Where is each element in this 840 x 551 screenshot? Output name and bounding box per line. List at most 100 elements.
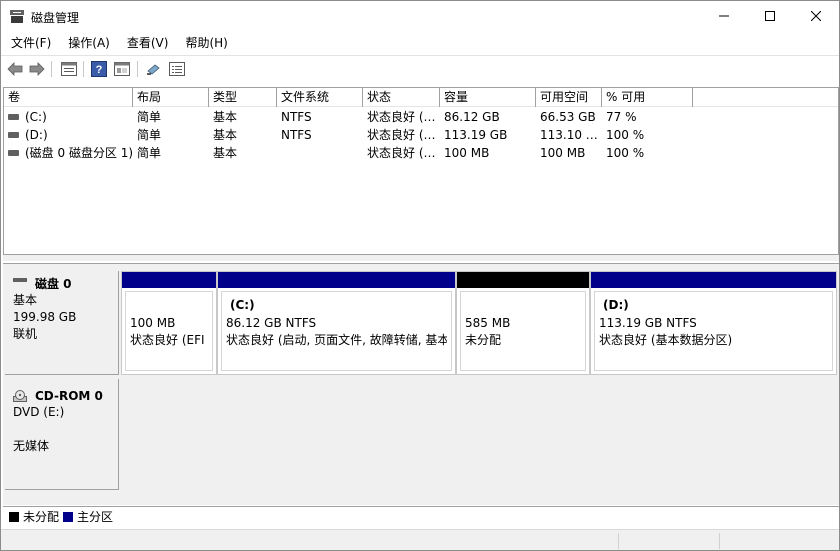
menu-bar: 文件(F) 操作(A) 查看(V) 帮助(H)	[1, 33, 235, 53]
cell-percent-free: 77 %	[606, 110, 637, 124]
partition-unallocated[interactable]: 585 MB 未分配	[456, 271, 590, 375]
disk0-type: 基本	[13, 293, 38, 307]
legend-swatch-primary	[63, 511, 74, 522]
legend-swatch-unallocated	[9, 511, 19, 522]
cell-layout: 简单	[137, 146, 162, 160]
maximize-icon	[765, 11, 775, 21]
cell-layout: 简单	[137, 128, 162, 142]
toolbar-divider	[137, 61, 138, 77]
close-button[interactable]	[793, 1, 839, 31]
cell-capacity: 100 MB	[444, 146, 490, 160]
table-row[interactable]: (磁盘 0 磁盘分区 1) 简单 基本 状态良好 (… 100 MB 100 M…	[4, 144, 838, 162]
drive-icon	[8, 113, 19, 120]
menu-file[interactable]: 文件(F)	[1, 33, 58, 53]
cell-type: 基本	[213, 146, 238, 160]
partition-size: 585 MB	[465, 316, 511, 330]
drive-icon	[8, 131, 19, 138]
cdrom0-drive: DVD (E:)	[13, 405, 65, 419]
volume-list-header: 卷 布局 类型 文件系统 状态 容量 可用空间 % 可用	[4, 88, 838, 107]
help-button[interactable]: ?	[89, 59, 109, 79]
column-header-capacity[interactable]: 容量	[440, 88, 536, 107]
partition-name	[134, 298, 208, 315]
disk-management-app-icon	[10, 10, 24, 23]
legend-label-primary: 主分区	[77, 510, 114, 524]
console-tree-button[interactable]	[112, 59, 132, 79]
status-bar	[1, 529, 839, 550]
partition-size: 113.19 GB NTFS	[599, 316, 697, 330]
menu-view[interactable]: 查看(V)	[117, 33, 176, 53]
svg-text:?: ?	[96, 64, 103, 76]
partition-size: 100 MB	[130, 316, 176, 330]
partition-status: 状态良好 (启动, 页面文件, 故障转储, 基本数	[226, 333, 447, 347]
menu-action[interactable]: 操作(A)	[58, 33, 117, 53]
cell-volume: (磁盘 0 磁盘分区 1)	[25, 146, 133, 160]
settings-icon	[147, 64, 160, 75]
help-icon: ?	[91, 61, 107, 77]
status-divider	[719, 533, 720, 549]
table-row[interactable]: (D:) 简单 基本 NTFS 状态良好 (… 113.19 GB 113.10…	[4, 126, 838, 144]
toolbar-divider	[83, 61, 84, 77]
view-button[interactable]	[167, 59, 187, 79]
cell-percent-free: 100 %	[606, 146, 645, 160]
toolbar-separator	[1, 55, 839, 56]
cdrom0-title: CD-ROM 0	[35, 388, 103, 403]
column-header-status[interactable]: 状态	[363, 88, 440, 107]
column-header-type[interactable]: 类型	[209, 88, 277, 107]
cdrom0-spacer	[13, 421, 110, 438]
disk0-state: 联机	[13, 327, 38, 341]
disk0-title: 磁盘 0	[35, 277, 72, 291]
table-row[interactable]: (C:) 简单 基本 NTFS 状态良好 (… 86.12 GB 66.53 G…	[4, 108, 838, 126]
cdrom0-media: 无媒体	[13, 439, 50, 453]
cell-status: 状态良好 (…	[367, 110, 436, 124]
cell-filesystem: NTFS	[281, 128, 312, 142]
close-icon	[811, 11, 821, 21]
partition-status: 未分配	[465, 333, 502, 347]
legend-label-unallocated: 未分配	[23, 510, 60, 524]
partition-efi[interactable]: 100 MB 状态良好 (EFI 系	[121, 271, 217, 375]
column-header-percent-free[interactable]: % 可用	[602, 88, 693, 107]
hard-disk-icon	[13, 277, 27, 282]
minimize-button[interactable]	[701, 1, 747, 31]
back-button[interactable]	[5, 59, 25, 79]
cell-free-space: 100 MB	[540, 146, 586, 160]
splitter[interactable]	[3, 255, 839, 261]
settings-button[interactable]	[144, 59, 164, 79]
cell-volume: (C:)	[25, 110, 47, 124]
column-header-free-space[interactable]: 可用空间	[536, 88, 602, 107]
column-header-volume[interactable]: 卷	[4, 88, 133, 107]
title-bar: 磁盘管理	[1, 1, 839, 31]
partition-d[interactable]: (D:) 113.19 GB NTFS 状态良好 (基本数据分区)	[590, 271, 837, 375]
menu-help[interactable]: 帮助(H)	[175, 33, 234, 53]
cell-type: 基本	[213, 128, 238, 142]
cell-volume: (D:)	[25, 128, 48, 142]
partition-bar	[591, 272, 836, 288]
maximize-button[interactable]	[747, 1, 793, 31]
volume-list[interactable]: 卷 布局 类型 文件系统 状态 容量 可用空间 % 可用 (C:) 简单 基本 …	[3, 87, 839, 255]
column-header-layout[interactable]: 布局	[133, 88, 209, 107]
disk-graphical-view: 磁盘 0 基本 199.98 GB 联机 100 MB 状态良好 (EFI 系 …	[3, 263, 839, 505]
toolbar-divider	[51, 61, 52, 77]
cell-status: 状态良好 (…	[367, 128, 436, 142]
partition-status: 状态良好 (基本数据分区)	[599, 333, 733, 347]
cell-free-space: 66.53 GB	[540, 110, 596, 124]
cell-percent-free: 100 %	[606, 128, 645, 142]
forward-button[interactable]	[27, 59, 47, 79]
partition-size: 86.12 GB NTFS	[226, 316, 317, 330]
partition-status: 状态良好 (EFI 系	[130, 333, 208, 347]
cd-drive-icon	[13, 389, 27, 402]
cell-type: 基本	[213, 110, 238, 124]
cell-free-space: 113.10 …	[540, 128, 598, 142]
window-title: 磁盘管理	[31, 11, 80, 25]
partition-c[interactable]: (C:) 86.12 GB NTFS 状态良好 (启动, 页面文件, 故障转储,…	[217, 271, 456, 375]
cell-capacity: 86.12 GB	[444, 110, 500, 124]
partition-bar	[122, 272, 216, 288]
disk-management-window: 磁盘管理 文件(F) 操作(A) 查看(V) 帮助(H) ? 卷 布局 类型 文…	[0, 0, 840, 551]
cdrom0-label[interactable]: CD-ROM 0 DVD (E:) 无媒体	[5, 379, 119, 490]
toolbar: ?	[1, 57, 839, 81]
cell-filesystem: NTFS	[281, 110, 312, 124]
partition-name	[469, 298, 581, 315]
column-header-filesystem[interactable]: 文件系统	[277, 88, 363, 107]
disk0-label[interactable]: 磁盘 0 基本 199.98 GB 联机	[5, 271, 119, 375]
properties-button[interactable]	[59, 59, 79, 79]
cdrom0-media-area	[121, 379, 837, 490]
